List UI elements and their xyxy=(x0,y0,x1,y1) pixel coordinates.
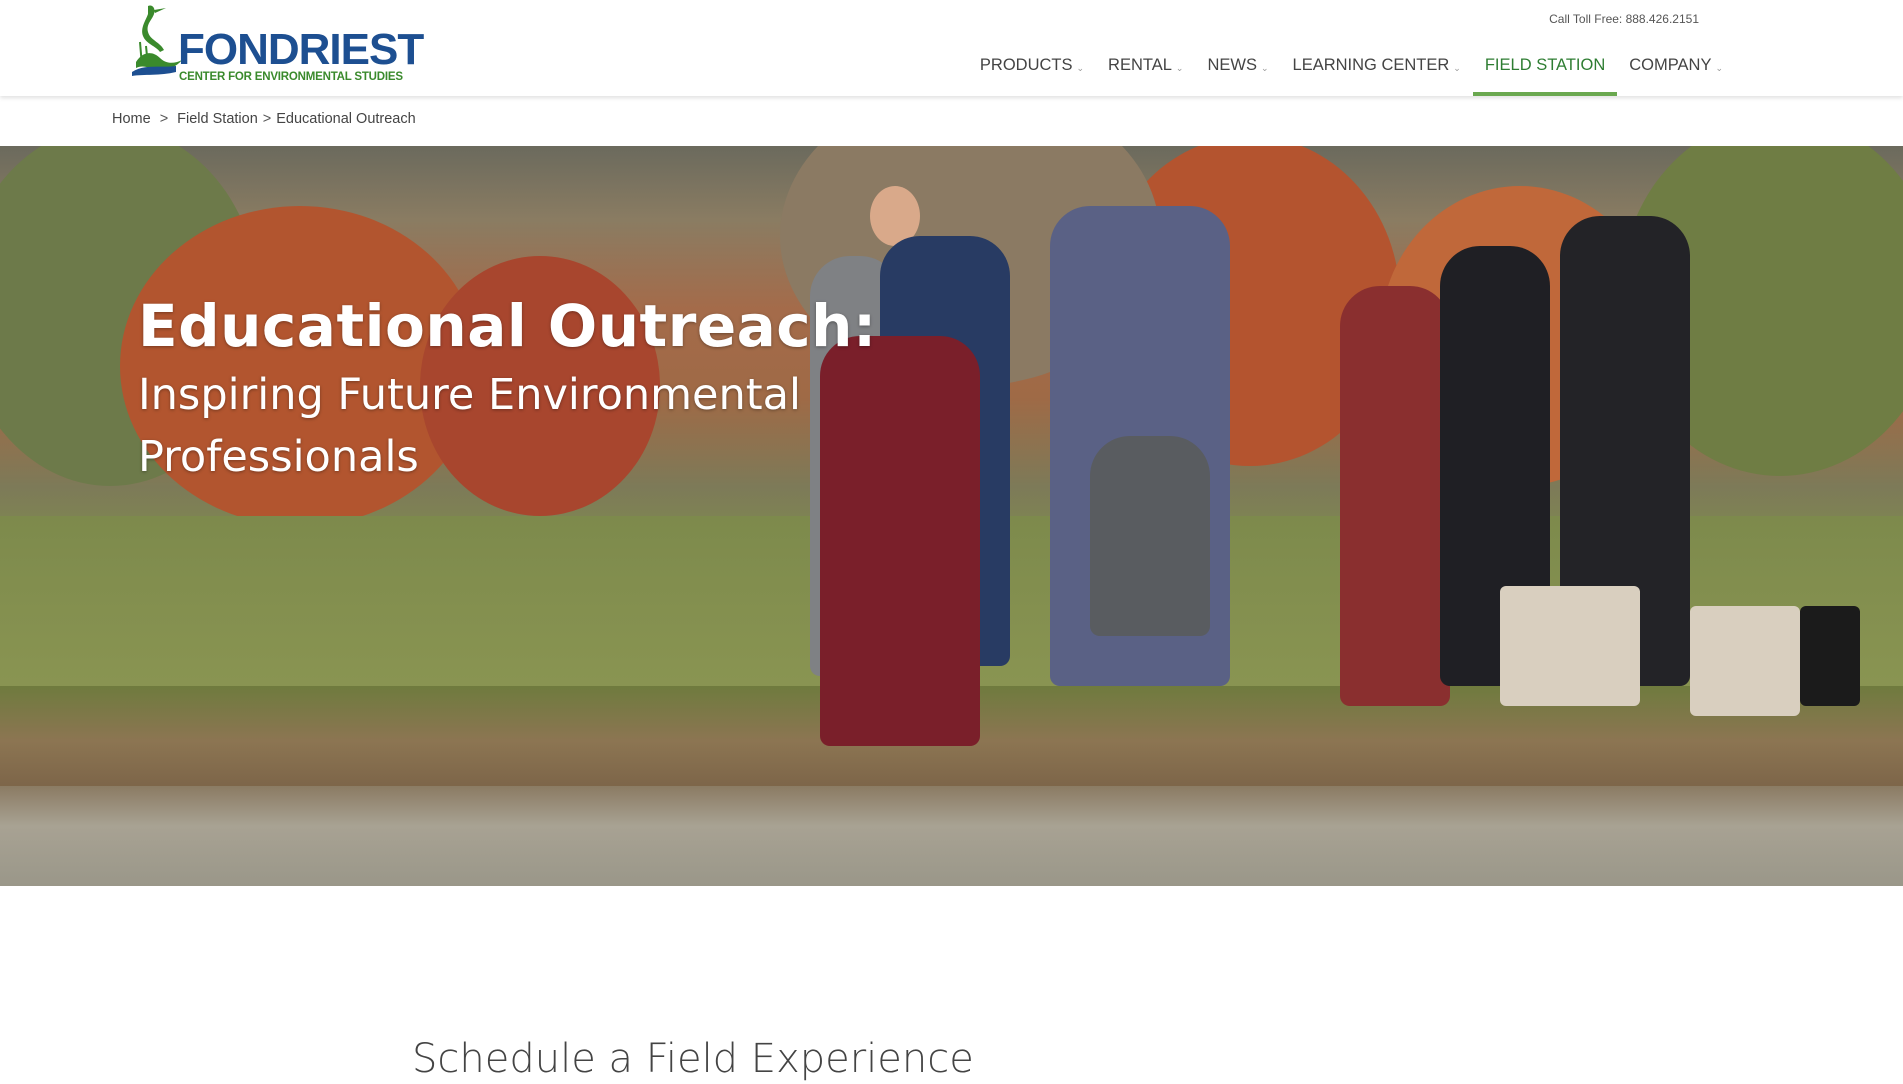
section-heading: Schedule a Field Experience xyxy=(412,1036,974,1082)
hero-subtitle: Inspiring Future Environmental Professio… xyxy=(138,369,801,482)
site-header: FONDRIEST CENTER FOR ENVIRONMENTAL STUDI… xyxy=(0,0,1903,96)
hero-title: Educational Outreach: xyxy=(138,292,877,360)
nav-item-company[interactable]: COMPANY ⌄ xyxy=(1617,44,1735,96)
hero-banner: Educational Outreach: Inspiring Future E… xyxy=(0,146,1903,886)
toll-free-number: Call Toll Free: 888.426.2151 xyxy=(1549,12,1699,26)
nav-item-field-station[interactable]: FIELD STATION xyxy=(1472,44,1618,96)
hero-photo-person xyxy=(1090,436,1210,636)
hero-photo-stump xyxy=(1690,606,1800,716)
nav-item-label: COMPANY xyxy=(1629,56,1712,74)
nav-item-label: FIELD STATION xyxy=(1484,56,1606,74)
hero-photo-equipment-case xyxy=(1800,606,1860,706)
breadcrumb: Home > Field Station > Educational Outre… xyxy=(112,111,416,127)
nav-item-learning-center[interactable]: LEARNING CENTER ⌄ xyxy=(1281,44,1473,96)
hero-photo-stump xyxy=(1500,586,1640,706)
nav-item-rental[interactable]: RENTAL ⌄ xyxy=(1096,44,1195,96)
chevron-down-icon: ⌄ xyxy=(1453,63,1461,73)
breadcrumb-home[interactable]: Home xyxy=(112,111,151,127)
hero-photo-person xyxy=(1340,286,1450,706)
hero-photo-water xyxy=(0,786,1903,886)
main-nav: PRODUCTS ⌄ RENTAL ⌄ NEWS ⌄ LEARNING CENT… xyxy=(968,44,1735,96)
breadcrumb-field-station[interactable]: Field Station xyxy=(177,111,258,127)
chevron-down-icon: ⌄ xyxy=(1260,63,1269,73)
breadcrumb-current: Educational Outreach xyxy=(276,111,416,127)
fondriest-logo[interactable]: FONDRIEST CENTER FOR ENVIRONMENTAL STUDI… xyxy=(130,2,424,86)
chevron-down-icon: ⌄ xyxy=(1076,63,1085,73)
nav-item-news[interactable]: NEWS ⌄ xyxy=(1195,44,1280,96)
logo-wordmark: FONDRIEST xyxy=(178,25,424,74)
nav-item-products[interactable]: PRODUCTS ⌄ xyxy=(968,44,1096,96)
nav-item-label: LEARNING CENTER xyxy=(1292,56,1450,74)
breadcrumb-separator: > xyxy=(159,111,169,127)
hero-text: Educational Outreach: Inspiring Future E… xyxy=(138,292,877,488)
breadcrumb-separator: > xyxy=(262,111,272,127)
logo-subtitle: CENTER FOR ENVIRONMENTAL STUDIES xyxy=(179,71,403,83)
chevron-down-icon: ⌄ xyxy=(1175,63,1184,73)
nav-item-label: RENTAL xyxy=(1108,56,1172,74)
nav-item-label: NEWS xyxy=(1207,56,1257,74)
nav-item-label: PRODUCTS xyxy=(979,56,1073,74)
chevron-down-icon: ⌄ xyxy=(1715,63,1723,73)
